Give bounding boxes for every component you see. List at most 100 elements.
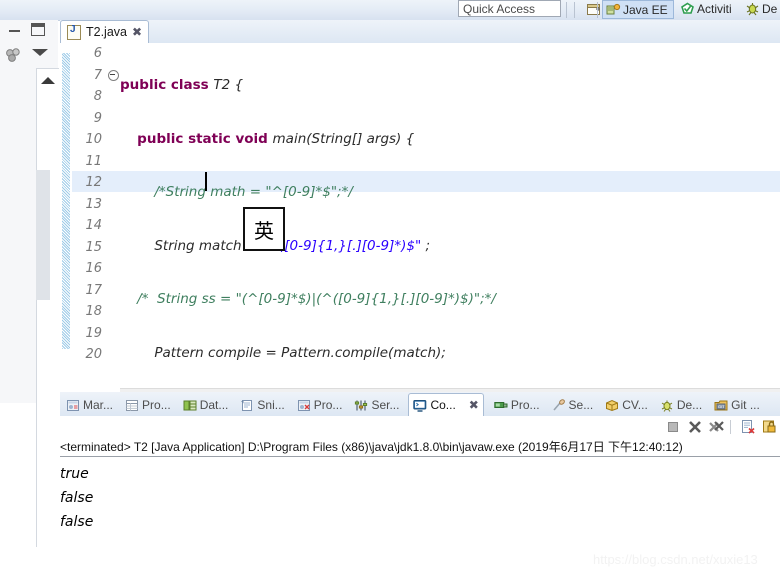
close-icon[interactable]: ✖ — [132, 25, 142, 39]
clear-console-icon[interactable] — [740, 419, 756, 435]
chevron-down-icon[interactable] — [32, 49, 48, 56]
bottom-fast-view-column — [36, 392, 59, 547]
view-tab-label: Sni... — [257, 398, 284, 412]
code-line: public static void main(String[] args) { — [120, 129, 780, 151]
line-number: 19 — [72, 323, 106, 345]
fold-collapse-icon[interactable] — [108, 70, 119, 81]
java-file-icon — [67, 25, 81, 40]
view-tab-cvs-repositories[interactable]: CV... — [601, 394, 652, 416]
code-line: /* String ss = "(^[0-9]*$)|(^([0-9]{1,}[… — [120, 289, 780, 311]
text-caret — [205, 172, 207, 191]
view-tab-problems[interactable]: Pro... — [293, 394, 347, 416]
maximize-icon[interactable] — [31, 23, 45, 36]
properties-view-icon — [125, 399, 139, 412]
view-tab-label: Co... — [430, 398, 455, 412]
code-line: public class T2 { — [120, 75, 780, 97]
debug-perspective-icon — [745, 2, 760, 19]
line-number: 15 — [72, 237, 106, 259]
perspective-label-java-ee: Java EE — [623, 3, 668, 17]
perspective-button-java-ee[interactable]: Java EE — [602, 0, 674, 19]
code-editor[interactable]: 6 7 8 9 10 11 12 13 14 15 16 17 18 19 20… — [60, 43, 780, 388]
terminate-icon[interactable] — [665, 419, 681, 435]
view-tab-console[interactable]: Co... ✖ — [408, 393, 483, 416]
servers-view-icon — [354, 399, 368, 412]
watermark: https://blog.csdn.net/xuxie13 — [593, 552, 758, 567]
line-number-ruler: 6 7 8 9 10 11 12 13 14 15 16 17 18 19 20 — [72, 43, 106, 388]
perspective-button-debug[interactable]: De — [745, 0, 779, 19]
editor-tab-t2-java[interactable]: T2.java ✖ — [60, 20, 149, 43]
line-number: 9 — [72, 108, 106, 130]
minimize-icon[interactable] — [8, 25, 22, 35]
line-number: 20 — [72, 344, 106, 366]
cvs-repositories-icon — [605, 399, 619, 412]
console-view-toolbar — [60, 416, 780, 438]
view-tab-label: Se... — [569, 398, 594, 412]
remove-launch-icon[interactable] — [687, 419, 703, 435]
annotation-ruler[interactable] — [60, 43, 72, 388]
vertical-scrollbar[interactable] — [36, 170, 50, 300]
line-number: 16 — [72, 258, 106, 280]
console-output-line: false — [60, 510, 780, 534]
view-tab-progress[interactable]: Pro... — [490, 394, 544, 416]
view-tab-label: Dat... — [200, 398, 229, 412]
console-view-icon — [413, 399, 427, 412]
line-number: 17 — [72, 280, 106, 302]
line-number: 6 — [72, 43, 106, 65]
view-tab-snippets[interactable]: Sni... — [236, 394, 288, 416]
toolbar-divider — [597, 2, 598, 18]
code-line: /*String math = "^[0-9]*$";*/ — [120, 182, 780, 204]
bottom-view-stack: Mar... Pro... Dat... Sni... Pro... — [60, 392, 780, 577]
line-number: 18 — [72, 301, 106, 323]
toolbar-divider — [574, 2, 575, 18]
svg-text:GIT: GIT — [718, 404, 725, 409]
console-output-line: false — [60, 486, 780, 510]
editor-panel: T2.java ✖ 6 7 8 9 10 11 12 13 14 15 16 1… — [60, 20, 780, 403]
view-tab-label: Pro... — [142, 398, 171, 412]
ime-language-indicator[interactable]: 英 — [243, 207, 285, 251]
console-divider — [60, 456, 780, 457]
line-number: 13 — [72, 194, 106, 216]
line-number: 10 — [72, 129, 106, 151]
debug-view-icon — [660, 399, 674, 412]
markers-view-icon — [66, 399, 80, 412]
view-tab-properties[interactable]: Pro... — [121, 394, 175, 416]
view-tab-servers[interactable]: Ser... — [350, 394, 403, 416]
line-number: 14 — [72, 215, 106, 237]
perspective-button-activiti[interactable]: Activiti — [679, 0, 736, 19]
close-icon[interactable]: ✖ — [469, 398, 479, 412]
git-repositories-icon: GIT — [714, 399, 728, 412]
data-source-explorer-icon — [183, 399, 197, 412]
activiti-perspective-icon — [680, 2, 695, 21]
view-tab-label: Pro... — [511, 398, 540, 412]
chevron-up-icon[interactable] — [41, 77, 55, 84]
change-ruler — [62, 53, 70, 349]
main-toolbar: Quick Access Java EE Activiti De — [0, 0, 780, 21]
console-launch-label: <terminated> T2 [Java Application] D:\Pr… — [60, 438, 780, 456]
editor-tab-strip: T2.java ✖ — [60, 20, 780, 44]
remove-all-launches-icon[interactable] — [709, 419, 725, 435]
view-tab-search[interactable]: Se... — [548, 394, 598, 416]
view-tab-git-repositories[interactable]: GIT Git ... — [710, 394, 764, 416]
code-line: String match = "^([0-9]{1,}[.][0-9]*)$" … — [120, 236, 780, 258]
view-tab-debug[interactable]: De... — [656, 394, 706, 416]
line-number: 8 — [72, 86, 106, 108]
palette-icon[interactable] — [5, 47, 23, 63]
search-view-icon — [552, 399, 566, 412]
perspective-label-activiti: Activiti — [697, 2, 732, 16]
quick-access-input[interactable]: Quick Access — [458, 0, 561, 17]
line-number: 11 — [72, 151, 106, 173]
line-number: 12 — [72, 172, 106, 194]
folding-ruler[interactable] — [107, 43, 119, 388]
view-tab-markers[interactable]: Mar... — [62, 394, 117, 416]
source-code[interactable]: public class T2 { public static void mai… — [120, 43, 780, 388]
view-tab-label: De... — [677, 398, 702, 412]
editor-tab-label: T2.java — [86, 25, 127, 39]
view-tab-label: CV... — [622, 398, 648, 412]
view-tab-label: Mar... — [83, 398, 113, 412]
toolbar-divider — [730, 420, 731, 434]
open-perspective-icon[interactable] — [586, 2, 602, 17]
view-tab-data-source-explorer[interactable]: Dat... — [179, 394, 233, 416]
toolbar-divider — [566, 2, 567, 18]
snippets-view-icon — [240, 399, 254, 412]
scroll-lock-icon[interactable] — [762, 419, 778, 435]
